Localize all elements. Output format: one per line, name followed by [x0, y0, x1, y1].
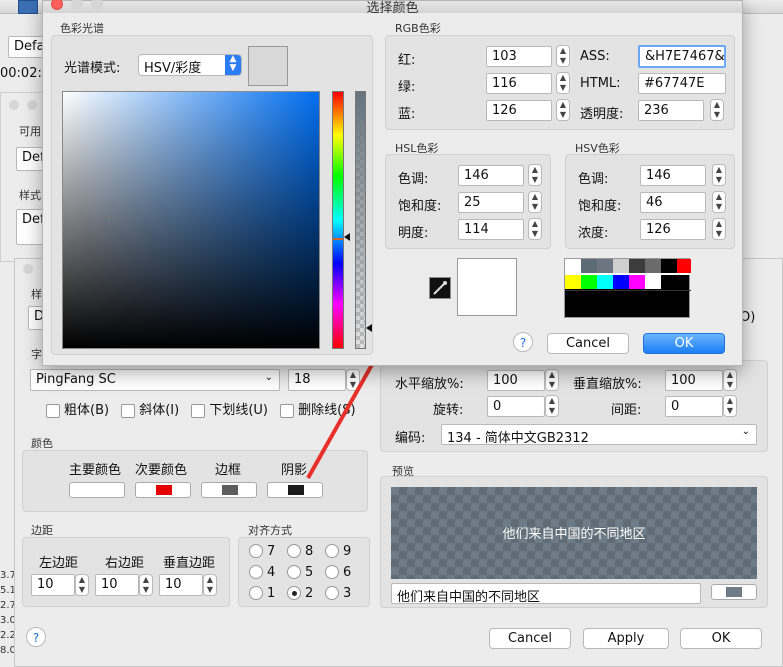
hsl-light-field[interactable]: 114: [458, 219, 524, 240]
green-field[interactable]: 116: [486, 73, 552, 94]
hsv-hue-label: 色调:: [578, 172, 609, 187]
hsv-sat-stepper[interactable]: ▲ ▼: [712, 191, 726, 213]
red-field[interactable]: 103: [486, 46, 552, 67]
recent-color-3[interactable]: [597, 275, 613, 289]
color-help-button[interactable]: ?: [513, 332, 533, 352]
color-spectrum-box[interactable]: [62, 91, 320, 349]
recent-color-top-7[interactable]: [677, 259, 691, 273]
chevron-updown-icon: ▲ ▼: [225, 55, 241, 75]
hsv-hue-stepper[interactable]: ▲ ▼: [712, 164, 726, 186]
spectrum-group: 光谱模式: HSV/彩度 ▲ ▼: [51, 35, 373, 355]
recent-color-2[interactable]: [581, 275, 597, 289]
alpha-slider[interactable]: [355, 91, 366, 349]
hsv-group: 色调: 饱和度: 浓度: 146 ▲ ▼ 46 ▲ ▼ 126 ▲ ▼: [565, 154, 735, 249]
hsv-sat-label: 饱和度:: [578, 199, 622, 214]
spectrum-crosshair: [105, 212, 114, 221]
recent-color-4[interactable]: [613, 275, 629, 289]
alpha-pointer-icon: [366, 324, 372, 332]
ass-label: ASS:: [580, 49, 610, 64]
color-dialog: 选择颜色 色彩光谱 光谱模式: HSV/彩度 ▲ ▼ RGB色彩 红: 绿: 蓝:…: [42, 0, 743, 366]
alpha-label: 透明度:: [580, 107, 624, 122]
recent-color-5[interactable]: [629, 275, 645, 289]
hsl-hue-stepper[interactable]: ▲ ▼: [528, 164, 542, 186]
spectrum-mode-label: 光谱模式:: [64, 61, 121, 76]
blue-stepper[interactable]: ▲ ▼: [556, 99, 570, 121]
red-stepper[interactable]: ▲ ▼: [556, 45, 570, 67]
html-label: HTML:: [580, 76, 621, 91]
recent-color-top-4[interactable]: [629, 259, 645, 273]
new-color-preview: [457, 258, 517, 316]
recent-color-top-5[interactable]: [645, 259, 661, 273]
eyedropper-icon: [433, 281, 447, 295]
rgb-group: 红: 绿: 蓝: 103 ▲ ▼ 116 ▲ ▼ 126 ▲ ▼ ASS: &H7E7…: [385, 35, 735, 130]
color-dialog-titlebar: 选择颜色: [43, 0, 742, 16]
blue-label: 蓝:: [398, 107, 416, 122]
green-stepper[interactable]: ▲ ▼: [556, 72, 570, 94]
alpha-field[interactable]: 236: [638, 100, 704, 121]
spectrum-group-title: 色彩光谱: [60, 22, 104, 35]
recent-color-top-1[interactable]: [581, 259, 597, 273]
eyedropper-button[interactable]: [429, 277, 451, 299]
hsv-sat-field[interactable]: 46: [640, 192, 706, 213]
spectrum-mode-value: HSV/彩度: [144, 61, 202, 76]
html-field[interactable]: #67747E: [638, 73, 726, 94]
hsl-sat-stepper[interactable]: ▲ ▼: [528, 191, 542, 213]
alpha-stepper[interactable]: ▲ ▼: [710, 99, 724, 121]
hsl-hue-field[interactable]: 146: [458, 165, 524, 186]
recent-color-7[interactable]: [661, 275, 677, 289]
hue-slider[interactable]: [332, 91, 344, 349]
red-label: 红:: [398, 53, 416, 68]
blue-field[interactable]: 126: [486, 100, 552, 121]
rgb-group-title: RGB色彩: [395, 22, 441, 35]
recent-color-top-2[interactable]: [597, 259, 613, 273]
hsv-value-stepper[interactable]: ▲ ▼: [712, 218, 726, 240]
hsl-light-stepper[interactable]: ▲ ▼: [528, 218, 542, 240]
current-color-preview: [248, 46, 288, 86]
hue-pointer-icon: [344, 233, 350, 241]
recent-color-1[interactable]: [565, 275, 581, 289]
hsl-group: 色调: 饱和度: 明度: 146 ▲ ▼ 25 ▲ ▼ 114 ▲ ▼: [385, 154, 551, 249]
recent-color-top-6[interactable]: [661, 259, 677, 273]
color-ok-button[interactable]: OK: [643, 333, 725, 354]
hsl-hue-label: 色调:: [398, 172, 429, 187]
spectrum-mode-combo[interactable]: HSV/彩度 ▲ ▼: [138, 54, 242, 76]
color-cancel-button[interactable]: Cancel: [547, 333, 629, 354]
hsl-sat-field[interactable]: 25: [458, 192, 524, 213]
color-dialog-title: 选择颜色: [366, 1, 419, 16]
hsl-light-label: 明度:: [398, 226, 429, 241]
hsv-value-field[interactable]: 126: [640, 219, 706, 240]
hsv-value-label: 浓度:: [578, 226, 609, 241]
hue-marker[interactable]: [333, 238, 343, 240]
recent-color-6[interactable]: [645, 275, 661, 289]
recent-color-top-3[interactable]: [613, 259, 629, 273]
recent-colors-panel: [564, 258, 691, 318]
hsv-hue-field[interactable]: 146: [640, 165, 706, 186]
hsl-sat-label: 饱和度:: [398, 199, 442, 214]
green-label: 绿:: [398, 80, 416, 95]
ass-field[interactable]: &H7E7467&: [638, 45, 726, 68]
